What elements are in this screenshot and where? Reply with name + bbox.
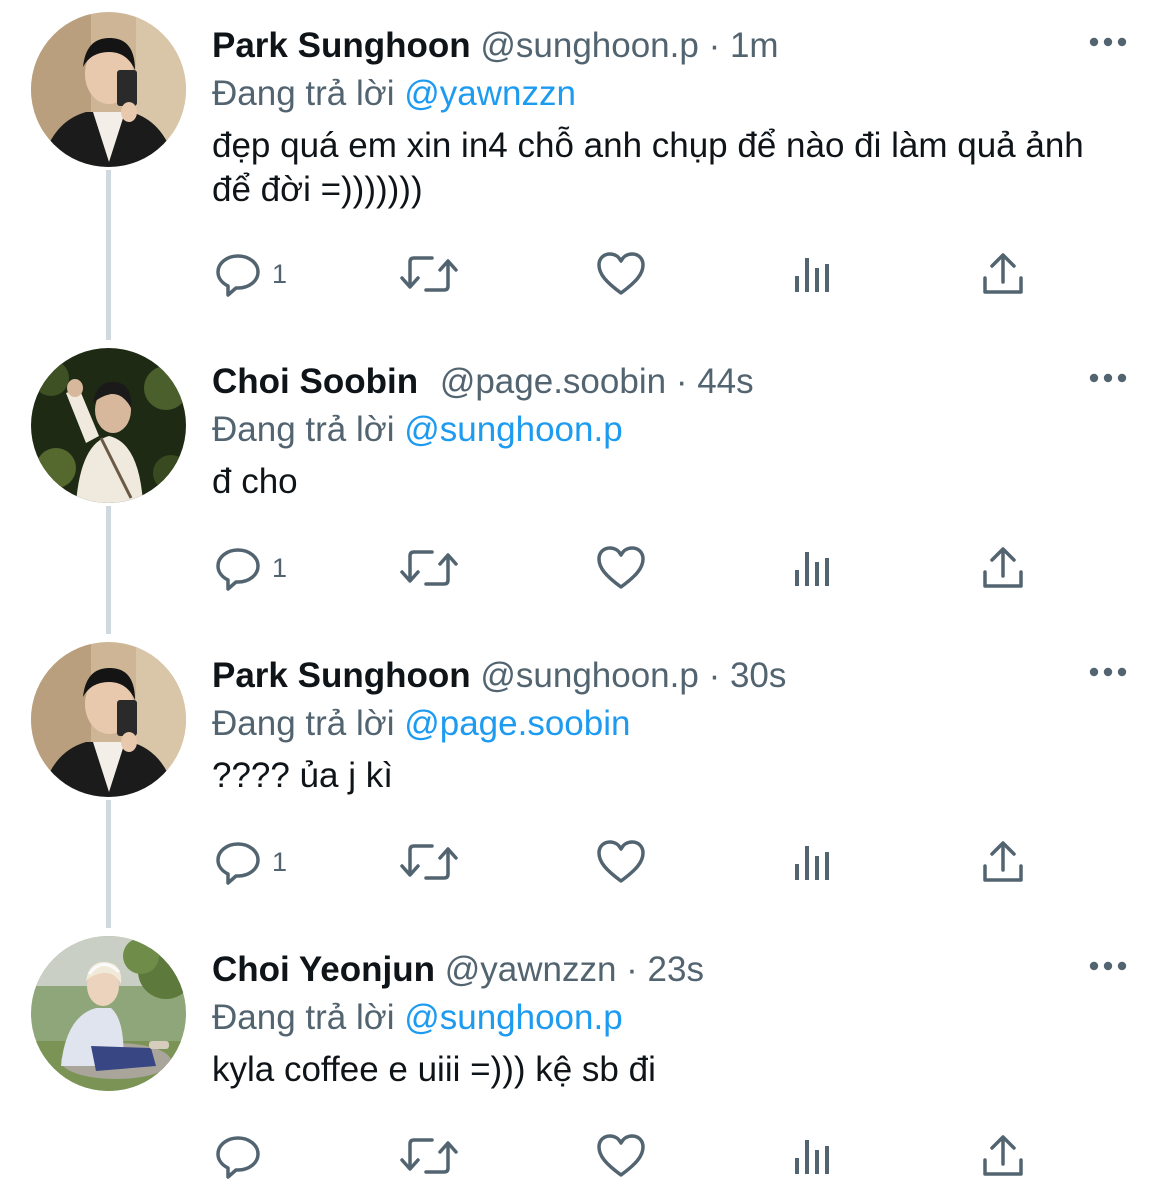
share-icon [983, 1135, 1023, 1176]
tweet-header: Park Sunghoon @sunghoon.p · 1m [212, 26, 779, 66]
replying-to: Đang trả lời @yawnzzn [212, 74, 576, 114]
views-icon [795, 846, 829, 880]
replying-to-label: Đang trả lời [212, 410, 395, 449]
views-button[interactable] [793, 542, 833, 594]
reply-count: 1 [272, 258, 288, 289]
tweet-text: ???? ủa j kì [212, 756, 393, 795]
replying-to-label: Đang trả lời [212, 998, 395, 1037]
heart-icon [597, 840, 645, 883]
share-icon [983, 547, 1023, 588]
mention-link[interactable]: @page.soobin [404, 704, 630, 743]
reply-icon [216, 842, 260, 885]
avatar[interactable] [31, 12, 186, 167]
avatar[interactable] [31, 642, 186, 797]
replying-to: Đang trả lời @sunghoon.p [212, 998, 623, 1038]
timestamp[interactable]: 30s [730, 656, 786, 695]
reply-button[interactable]: 1 [214, 542, 287, 594]
views-button[interactable] [793, 1130, 833, 1182]
retweet-icon [400, 1138, 458, 1174]
separator: · [708, 26, 721, 65]
retweet-button[interactable] [400, 248, 458, 300]
retweet-icon [400, 550, 458, 586]
share-button[interactable] [982, 836, 1024, 888]
mention-link[interactable]: @sunghoon.p [404, 410, 622, 449]
heart-icon [597, 1134, 645, 1177]
display-name[interactable]: Park Sunghoon [212, 656, 471, 695]
reply-icon [216, 548, 260, 591]
share-icon [983, 841, 1023, 882]
replying-to-label: Đang trả lời [212, 74, 395, 113]
reply-button[interactable]: 1 [214, 836, 287, 888]
replying-to-label: Đang trả lời [212, 704, 395, 743]
more-icon[interactable] [1088, 371, 1128, 385]
handle[interactable]: @sunghoon.p [480, 26, 698, 65]
views-icon [795, 258, 829, 292]
reply-count: 1 [272, 846, 288, 877]
timestamp[interactable]: 44s [697, 362, 753, 401]
share-button[interactable] [982, 1130, 1024, 1182]
tweet-header: Park Sunghoon @sunghoon.p · 30s [212, 656, 786, 696]
avatar[interactable] [31, 936, 186, 1091]
separator: · [708, 656, 721, 695]
like-button[interactable] [596, 1130, 646, 1182]
handle[interactable]: @sunghoon.p [480, 656, 698, 695]
retweet-button[interactable] [400, 542, 458, 594]
tweet-text: kyla coffee e uiii =))) kệ sb đi [212, 1050, 656, 1089]
views-icon [795, 552, 829, 586]
more-icon[interactable] [1088, 959, 1128, 973]
action-bar [0, 1130, 1170, 1190]
tweet-text: đ cho [212, 462, 298, 501]
display-name[interactable]: Choi Soobin [212, 362, 418, 401]
retweet-icon [400, 844, 458, 880]
display-name[interactable]: Park Sunghoon [212, 26, 471, 65]
avatar[interactable] [31, 348, 186, 503]
replying-to: Đang trả lời @page.soobin [212, 704, 630, 744]
share-button[interactable] [982, 542, 1024, 594]
like-button[interactable] [596, 248, 646, 300]
more-icon[interactable] [1088, 35, 1128, 49]
like-button[interactable] [596, 542, 646, 594]
timestamp[interactable]: 1m [730, 26, 779, 65]
replying-to: Đang trả lời @sunghoon.p [212, 410, 623, 450]
views-button[interactable] [793, 836, 833, 888]
tweet-header: Choi Soobin @page.soobin · 44s [212, 362, 754, 402]
heart-icon [597, 546, 645, 589]
reply-button[interactable] [214, 1130, 272, 1182]
timestamp[interactable]: 23s [648, 950, 704, 989]
reply-icon [216, 254, 260, 297]
tweet-header: Choi Yeonjun @yawnzzn · 23s [212, 950, 704, 990]
views-icon [795, 1140, 829, 1174]
action-bar: 1 [0, 542, 1170, 602]
handle[interactable]: @yawnzzn [445, 950, 617, 989]
separator: · [675, 362, 688, 401]
heart-icon [597, 252, 645, 295]
reply-icon [216, 1136, 260, 1179]
more-icon[interactable] [1088, 665, 1128, 679]
reply-button[interactable]: 1 [214, 248, 287, 300]
action-bar: 1 [0, 248, 1170, 308]
retweet-button[interactable] [400, 836, 458, 888]
share-icon [983, 253, 1023, 294]
retweet-icon [400, 256, 458, 292]
share-button[interactable] [982, 248, 1024, 300]
mention-link[interactable]: @sunghoon.p [404, 998, 622, 1037]
views-button[interactable] [793, 248, 833, 300]
mention-link[interactable]: @yawnzzn [404, 74, 576, 113]
action-bar: 1 [0, 836, 1170, 896]
reply-count: 1 [272, 552, 288, 583]
separator: · [626, 950, 638, 989]
display-name[interactable]: Choi Yeonjun [212, 950, 435, 989]
handle[interactable]: @page.soobin [440, 362, 666, 401]
like-button[interactable] [596, 836, 646, 888]
retweet-button[interactable] [400, 1130, 458, 1182]
tweet-text: đẹp quá em xin in4 chỗ anh chụp để nào đ… [212, 126, 1084, 209]
